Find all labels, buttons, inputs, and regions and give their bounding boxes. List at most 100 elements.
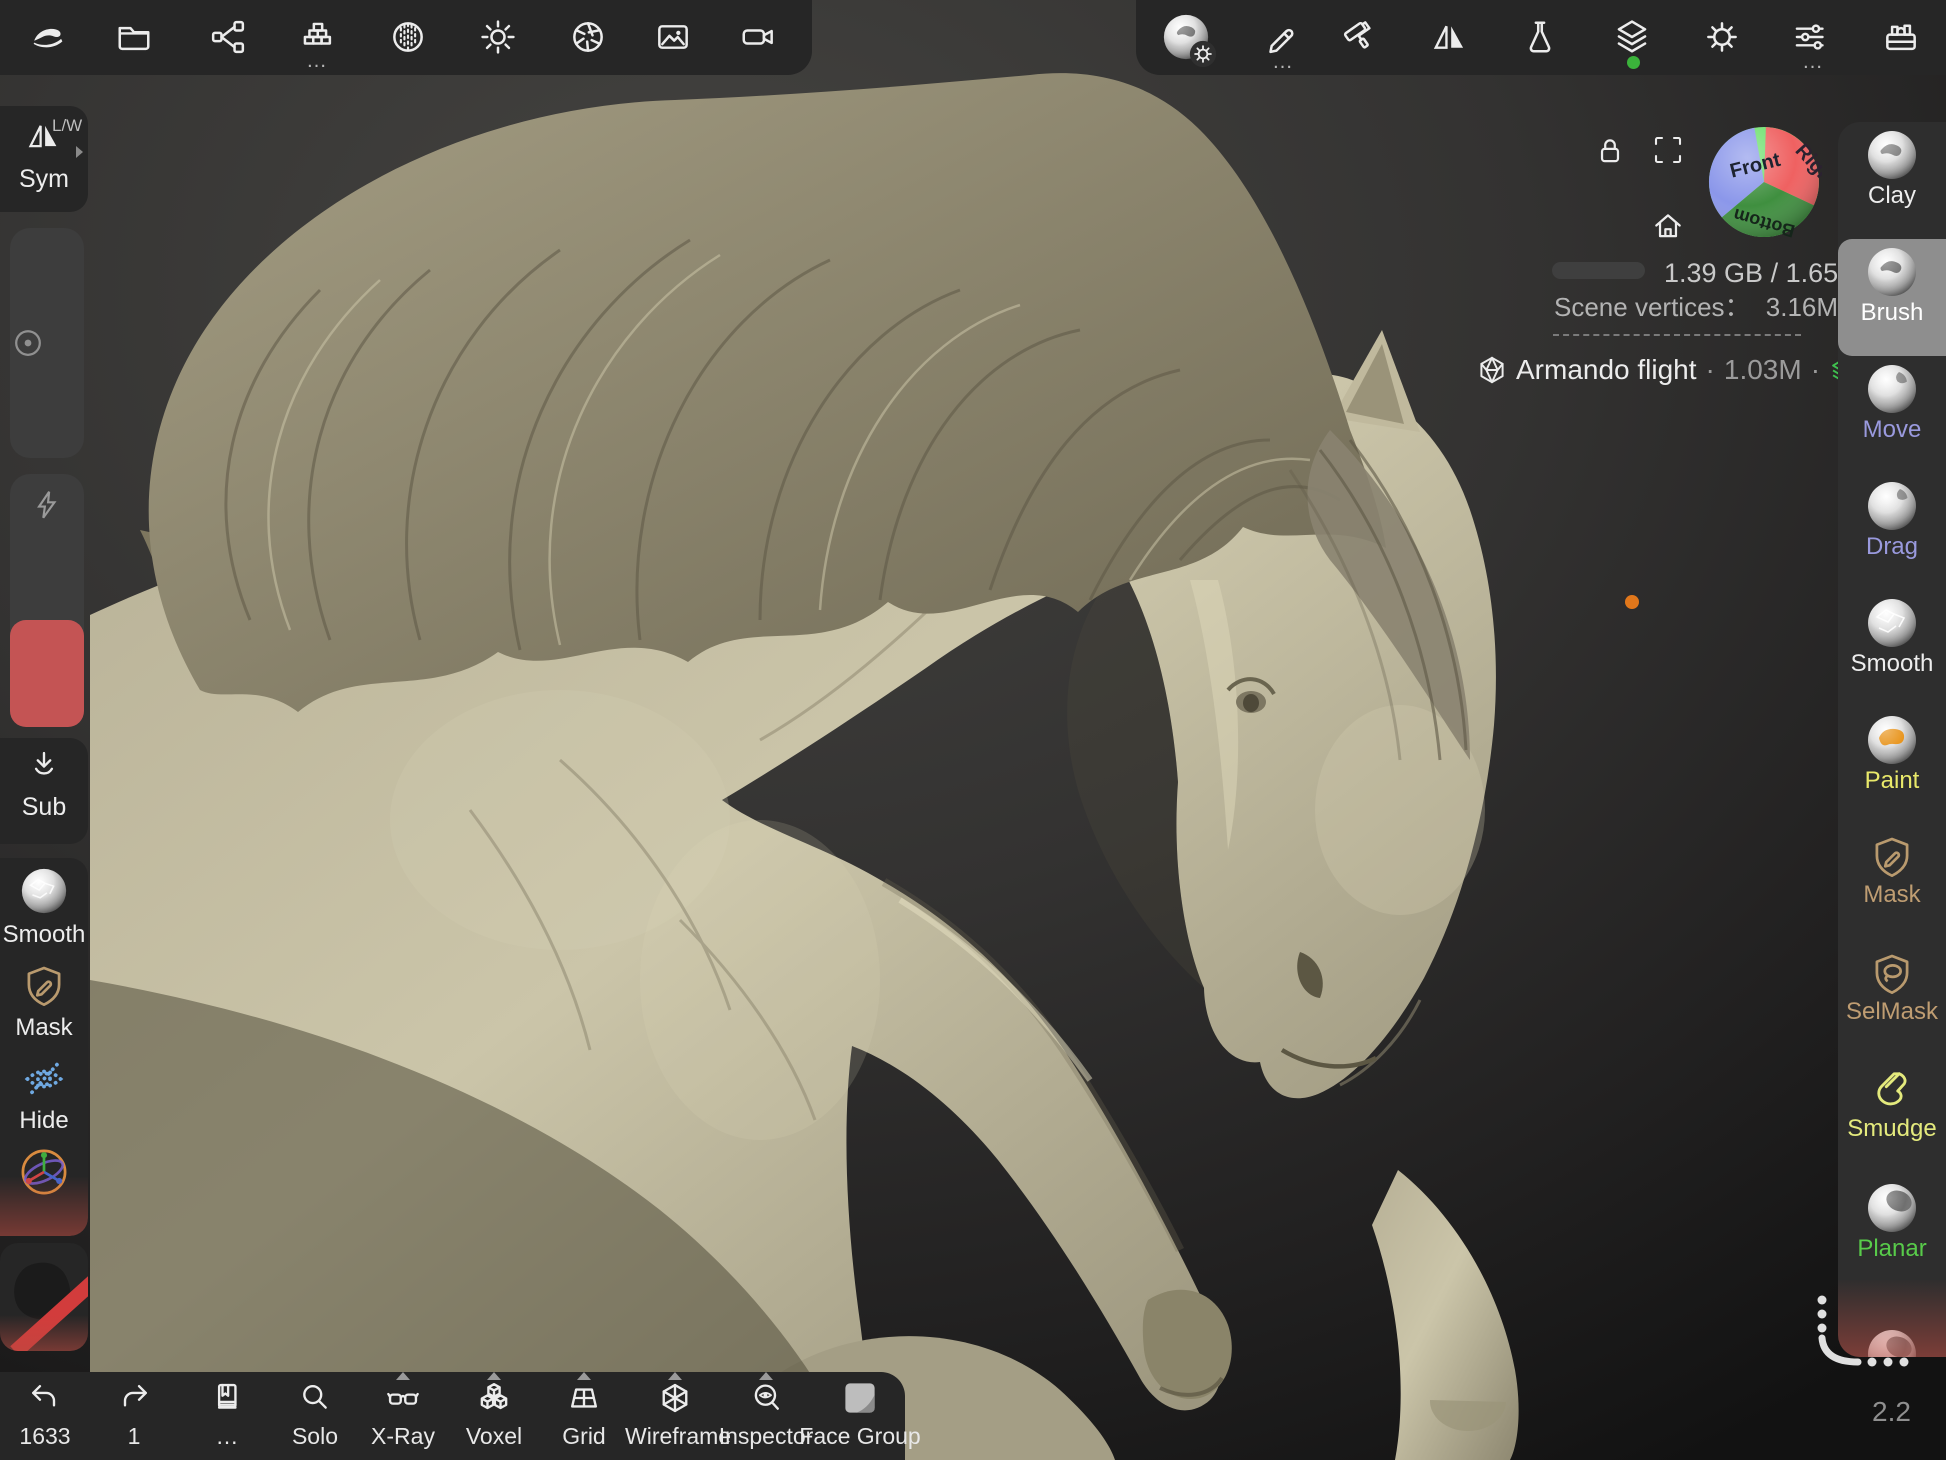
smooth-tool-icon [1866,597,1918,649]
quick-smooth-button[interactable]: Smooth [0,866,88,949]
tool-selmask[interactable]: SelMask [1838,941,1946,1058]
nav-orientation-sphere[interactable]: Front Right Bottom [1706,124,1822,240]
tool-brush-label: Brush [1838,299,1946,327]
redo-icon [116,1380,152,1416]
move-tool-icon [1866,363,1918,415]
node-graph-icon [209,18,247,56]
facegroup-button[interactable]: Face Group [795,1380,925,1450]
material-settings-badge[interactable] [1189,40,1217,68]
gizmo-gyro-icon [17,1145,71,1199]
node-graph-button[interactable] [206,15,250,59]
grid-options-caret-icon[interactable] [577,1372,591,1380]
mirror-triangle-icon [1431,18,1469,56]
tool-selmask-label: SelMask [1838,998,1946,1026]
quick-hide-button[interactable]: Hide [0,1056,88,1135]
settings-button[interactable] [1700,15,1744,59]
symmetry-label: Sym [0,165,88,194]
symmetry-button[interactable] [1428,15,1472,59]
files-button[interactable] [112,15,156,59]
topology-button[interactable] [386,15,430,59]
layers-button[interactable] [1610,15,1654,59]
sub-arrow-icon [26,748,62,784]
intensity-lightning-icon [30,488,64,522]
primitives-more-dots: … [306,56,329,66]
memory-usage-bar [1552,262,1645,279]
toolbox-button[interactable] [1879,15,1923,59]
wireframe-button[interactable]: Wireframe [625,1380,725,1450]
undo-button[interactable]: 1633 [0,1380,95,1450]
tool-paint[interactable]: Paint [1838,707,1946,824]
gizmo-button[interactable] [0,1145,88,1204]
voxel-options-caret-icon[interactable] [487,1372,501,1380]
wireframe-options-caret-icon[interactable] [668,1372,682,1380]
topbar-right: … … [1136,0,1946,75]
undo-count: 1633 [0,1423,95,1450]
tool-clay[interactable]: Clay [1838,122,1946,239]
tool-planar[interactable]: Planar [1838,1175,1946,1292]
fullscreen-icon [1652,134,1684,166]
grid-label: Grid [534,1423,634,1450]
inspector-options-caret-icon[interactable] [759,1372,773,1380]
quick-hide-label: Hide [0,1107,88,1135]
render-button[interactable] [566,15,610,59]
intensity-fill [10,620,84,727]
wireframe-label: Wireframe [625,1423,725,1450]
quick-mask-button[interactable]: Mask [0,963,88,1042]
app-logo-icon [28,17,68,57]
solo-button[interactable]: Solo [265,1380,365,1450]
tool-drag-label: Drag [1838,533,1946,561]
xray-label: X-Ray [353,1423,453,1450]
topology-sphere-icon [389,18,427,56]
tool-brush[interactable]: Brush [1838,239,1946,356]
voxel-button[interactable]: Voxel [444,1380,544,1450]
radius-indicator-icon [10,325,46,361]
camera-button[interactable] [736,15,780,59]
notes-more-label: … [177,1423,277,1450]
fullscreen-button[interactable] [1646,128,1690,172]
brush-radius-slider[interactable] [10,228,84,458]
lighting-button[interactable] [476,15,520,59]
notes-button[interactable]: … [177,1380,277,1450]
home-icon [1651,209,1685,243]
alpha-disabled-button[interactable] [0,1243,88,1351]
brush-intensity-slider[interactable] [10,474,84,727]
xray-button[interactable]: X-Ray [353,1380,453,1450]
selected-object-name: Armando flight [1516,354,1697,386]
xray-options-caret-icon[interactable] [396,1372,410,1380]
home-view-button[interactable] [1646,204,1690,248]
sun-icon [479,18,517,56]
tool-smudge[interactable]: Smudge [1838,1058,1946,1175]
grid-button[interactable]: Grid [534,1380,634,1450]
symmetry-expand-chevron-icon[interactable] [76,146,83,158]
solo-label: Solo [265,1423,365,1450]
quick-mask-label: Mask [0,1014,88,1042]
hud-divider [1553,334,1801,336]
image-icon [654,18,692,56]
app-logo-button[interactable] [26,15,70,59]
undo-icon [27,1380,63,1416]
drag-tool-icon [1866,480,1918,532]
solo-magnifier-icon [297,1380,333,1416]
app-version-label: 2.2 [1872,1396,1911,1428]
radial-menu-indicator-icon[interactable] [1798,1288,1918,1372]
tool-move[interactable]: Move [1838,356,1946,473]
notes-book-icon [209,1380,245,1416]
experimental-button[interactable] [1518,15,1562,59]
layers-icon [1613,18,1651,56]
stylus-more-dots: … [1272,57,1295,67]
mask-tool-icon [1869,834,1915,880]
facegroup-label: Face Group [795,1423,925,1450]
sculpt-app-window: { "version_label": "2.2", "ui": { "ellip… [0,0,1946,1460]
mesh-object-icon [1477,355,1507,385]
tool-smooth[interactable]: Smooth [1838,590,1946,707]
tool-drag[interactable]: Drag [1838,473,1946,590]
paint-button[interactable] [1339,15,1383,59]
redo-button[interactable]: 1 [84,1380,184,1450]
wireframe-icon [657,1380,693,1416]
tool-mask[interactable]: Mask [1838,824,1946,941]
symmetry-toggle-button[interactable]: L/W Sym [0,106,88,212]
camera-lock-button[interactable] [1588,129,1632,173]
background-button[interactable] [651,15,695,59]
sub-mode-button[interactable]: Sub [0,738,88,844]
voxel-cubes-icon [476,1380,512,1416]
